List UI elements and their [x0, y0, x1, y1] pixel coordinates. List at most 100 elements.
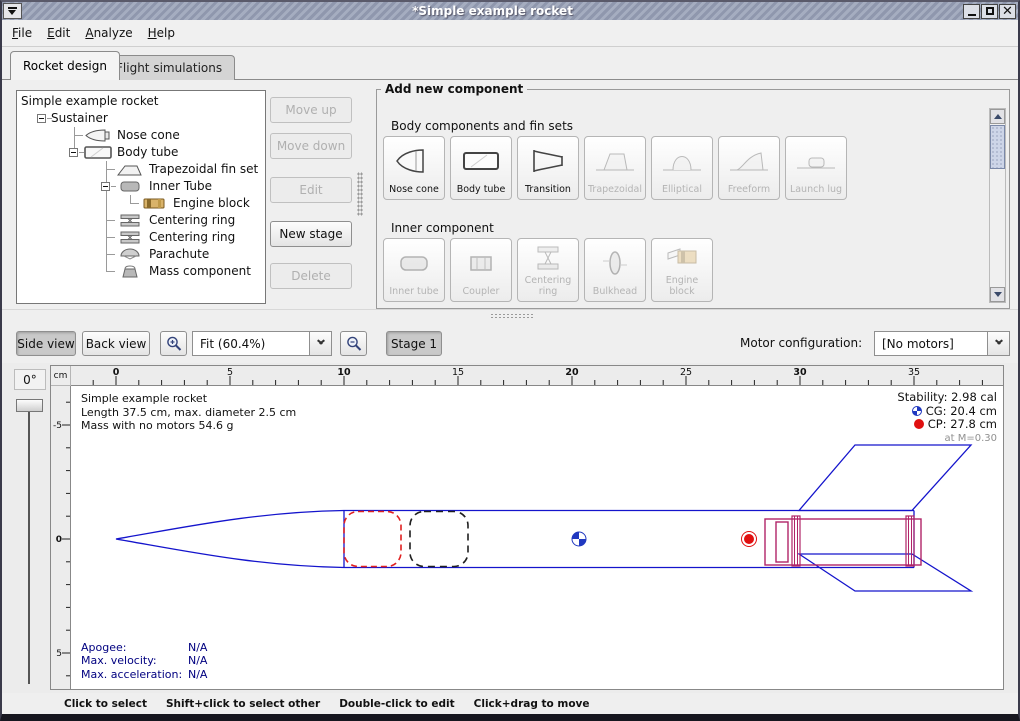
centering-ring-1-inner	[795, 516, 798, 566]
vertical-ruler: -505	[51, 386, 71, 689]
back-view-button[interactable]: Back view	[82, 331, 150, 356]
engine-block-outline[interactable]	[776, 522, 788, 562]
maximize-button[interactable]	[981, 4, 998, 19]
motor-config-dropdown-button[interactable]	[987, 332, 1009, 355]
flight-label: Max. acceleration:	[81, 668, 188, 682]
innertube-icon	[115, 179, 145, 194]
menu-analyze[interactable]: Analyze	[85, 23, 141, 43]
add-freeform-button[interactable]: Freeform	[718, 136, 780, 200]
add-coupler-button[interactable]: Coupler	[450, 238, 512, 302]
zoom-in-button[interactable]	[160, 331, 187, 356]
tree-item-nose-cone[interactable]: Nose cone	[17, 127, 265, 144]
fin-upper[interactable]	[799, 445, 971, 511]
component-button-label: Bulkhead	[593, 287, 637, 298]
zoom-dropdown-button[interactable]	[309, 332, 331, 355]
minimize-button[interactable]	[963, 4, 980, 19]
splitter-grip[interactable]	[490, 313, 534, 319]
centeringring-icon	[115, 213, 145, 228]
component-scrollbar[interactable]	[989, 108, 1006, 303]
system-menu-button[interactable]	[3, 3, 22, 19]
scroll-down-button[interactable]	[990, 287, 1005, 302]
stability-label: Stability:	[897, 390, 947, 404]
add-body-tube-button[interactable]: Body tube	[450, 136, 512, 200]
close-icon: ✕	[1002, 5, 1013, 18]
add-inner-tube-button[interactable]: Inner tube	[383, 238, 445, 302]
cp-label: CP:	[928, 417, 947, 431]
rotation-slider-track[interactable]	[28, 401, 30, 684]
tree-item-sustainer[interactable]: Sustainer	[17, 110, 265, 127]
tree-expander-icon[interactable]	[69, 148, 78, 157]
close-button[interactable]: ✕	[999, 4, 1016, 19]
tree-guide	[107, 271, 115, 272]
add-centering-ring-button[interactable]: Centering ring	[517, 238, 579, 302]
scrollbar-thumb[interactable]	[990, 125, 1005, 169]
tree-item-simple-example-rocket[interactable]: Simple example rocket	[17, 93, 265, 110]
flight-value: N/A	[188, 641, 207, 655]
component-button-label: Elliptical	[662, 185, 702, 196]
chevron-down-icon	[317, 341, 325, 346]
add-transition-button[interactable]: Transition	[517, 136, 579, 200]
add-elliptical-button[interactable]: Elliptical	[651, 136, 713, 200]
tab-flight-simulations[interactable]: Flight simulations	[103, 55, 235, 80]
stage-1-toggle[interactable]: Stage 1	[386, 331, 442, 356]
status-hint: Double-click to edit	[339, 698, 454, 710]
tree-item-label: Engine block	[173, 196, 250, 210]
flight-data: Apogee:N/AMax. velocity:N/AMax. accelera…	[81, 641, 207, 682]
add-trapezoidal-button[interactable]: Trapezoidal	[584, 136, 646, 200]
rotation-slider-thumb[interactable]	[16, 399, 43, 412]
tree-item-parachute[interactable]: Parachute	[17, 246, 265, 263]
fin-lower[interactable]	[799, 554, 971, 591]
svg-text:5: 5	[56, 649, 62, 659]
tree-item-inner-tube[interactable]: Inner Tube	[17, 178, 265, 195]
tree-item-body-tube[interactable]: Body tube	[17, 144, 265, 161]
zoom-select[interactable]: Fit (60.4%)	[192, 331, 332, 356]
add-bulkhead-button[interactable]: Bulkhead	[584, 238, 646, 302]
tree-item-engine-block[interactable]: Engine block	[17, 195, 265, 212]
add-nose-cone-button[interactable]: Nose cone	[383, 136, 445, 200]
trapezoidal-icon	[585, 137, 645, 185]
menu-file[interactable]: File	[12, 23, 41, 43]
cg-label: CG:	[926, 404, 947, 418]
motor-configuration-select[interactable]: [No motors]	[874, 331, 1010, 356]
arrow-up-icon	[994, 114, 1002, 119]
engine-block-icon	[652, 239, 712, 276]
tree-item-centering-ring[interactable]: Centering ring	[17, 229, 265, 246]
tree-item-mass-component[interactable]: Mass component	[17, 263, 265, 280]
tree-expander-icon[interactable]	[37, 114, 46, 123]
svg-text:10: 10	[337, 367, 351, 378]
group-label-0: Body components and fin sets	[391, 119, 573, 133]
scroll-up-button[interactable]	[990, 109, 1005, 124]
tree-item-trapezoidal-fin-set[interactable]: Trapezoidal fin set	[17, 161, 265, 178]
freeform-icon	[719, 137, 779, 185]
ruler-unit-label: cm	[51, 366, 71, 386]
rocket-canvas[interactable]: Simple example rocket Length 37.5 cm, ma…	[71, 386, 1003, 689]
menu-edit[interactable]: Edit	[47, 23, 79, 43]
tree-expander-icon[interactable]	[101, 182, 110, 191]
tree-item-label: Body tube	[117, 145, 178, 159]
tree-item-label: Trapezoidal fin set	[149, 162, 258, 176]
menu-help[interactable]: Help	[148, 23, 184, 43]
bodytube-icon	[83, 145, 113, 160]
delete-button[interactable]: Delete	[270, 263, 352, 289]
edit-button[interactable]: Edit	[270, 177, 352, 203]
cp-value: 27.8 cm	[950, 417, 997, 431]
centering-ring-2[interactable]	[906, 516, 914, 566]
tab-rocket-design[interactable]: Rocket design	[10, 51, 120, 80]
parachute-outline[interactable]	[344, 512, 401, 567]
centering-ring-1[interactable]	[792, 516, 800, 566]
new-stage-button[interactable]: New stage	[270, 221, 352, 247]
zoom-out-button[interactable]	[340, 331, 367, 356]
centering-ring-icon	[518, 239, 578, 276]
add-engine-block-button[interactable]: Engine block	[651, 238, 713, 302]
horizontal-splitter[interactable]	[2, 309, 1018, 321]
svg-text:25: 25	[680, 367, 692, 378]
vertical-split-grip[interactable]	[357, 172, 363, 216]
move-down-button[interactable]: Move down	[270, 133, 352, 159]
side-view-button[interactable]: Side view	[16, 331, 76, 356]
move-up-button[interactable]: Move up	[270, 97, 352, 123]
nose-cone-outline[interactable]	[116, 511, 344, 568]
mass-component-outline[interactable]	[410, 512, 468, 567]
tree-guide	[107, 169, 115, 170]
tree-item-centering-ring[interactable]: Centering ring	[17, 212, 265, 229]
add-launch-lug-button[interactable]: Launch lug	[785, 136, 847, 200]
